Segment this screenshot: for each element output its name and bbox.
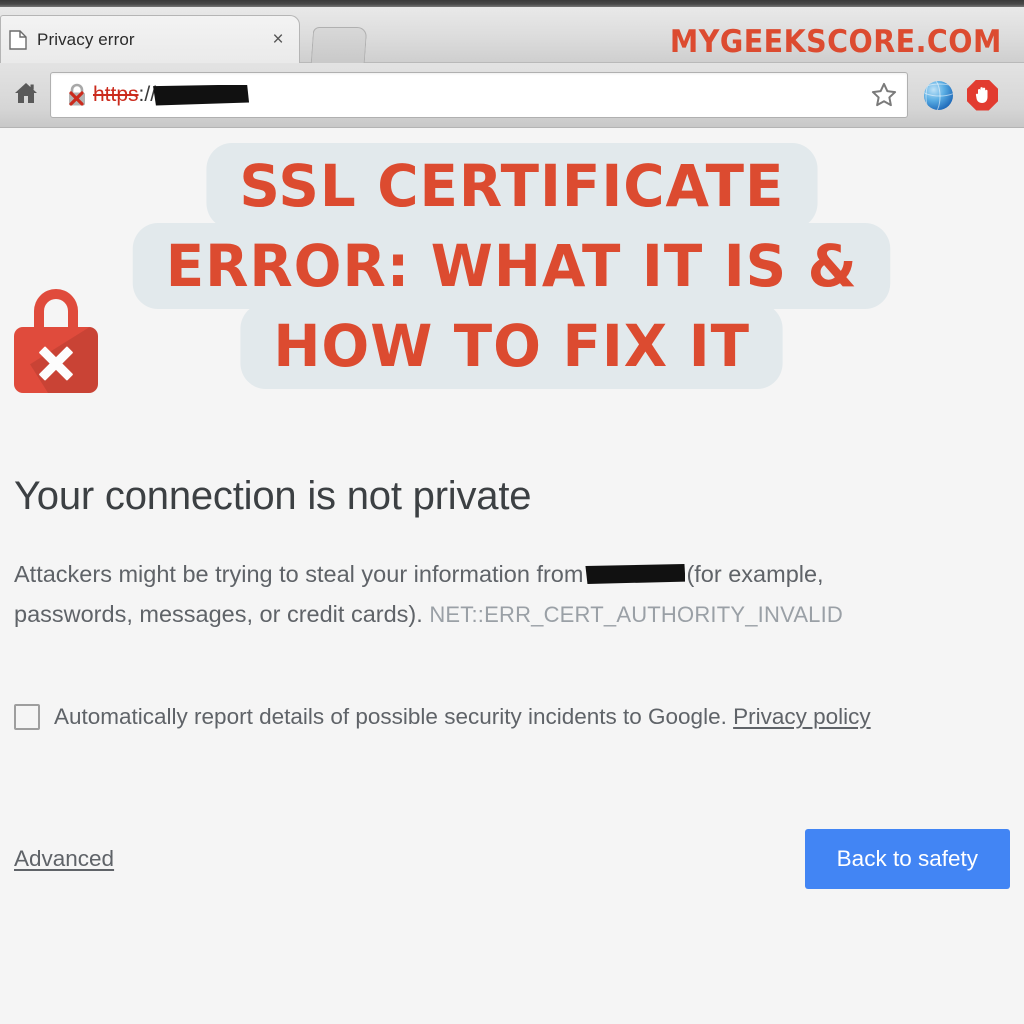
close-icon[interactable]: ×	[267, 29, 289, 51]
report-checkbox-label: Automatically report details of possible…	[54, 704, 871, 730]
browser-toolbar: https://	[0, 63, 1024, 128]
address-bar[interactable]: https://	[50, 72, 908, 118]
back-to-safety-button[interactable]: Back to safety	[804, 829, 1010, 889]
overlay-title-line-2: ERROR: WHAT IT IS &	[133, 223, 891, 309]
padlock-x-mark	[36, 343, 76, 383]
browser-window: Privacy error × MYGEEKSCORE.COM https:/…	[0, 0, 1024, 1024]
overlay-title-line-3: HOW TO FIX IT	[240, 303, 784, 389]
interstitial-page: SSL CERTIFICATE ERROR: WHAT IT IS & HOW …	[0, 129, 1024, 1024]
redacted-host	[153, 84, 250, 106]
error-description: Attackers might be trying to steal your …	[14, 554, 914, 635]
page-title: Your connection is not private	[14, 474, 532, 518]
overlay-title-line-1: SSL CERTIFICATE	[206, 143, 818, 229]
site-watermark: MYGEEKSCORE.COM	[670, 24, 1002, 60]
home-icon	[13, 81, 39, 110]
broken-lock-icon	[65, 82, 89, 108]
adblock-stop-hand-icon[interactable]	[967, 79, 998, 111]
article-title-overlay: SSL CERTIFICATE ERROR: WHAT IT IS & HOW …	[0, 143, 1024, 389]
report-label-text: Automatically report details of possible…	[54, 704, 727, 729]
star-icon[interactable]	[867, 78, 901, 112]
home-button[interactable]	[2, 71, 50, 119]
window-titlebar	[0, 0, 1024, 7]
tab-title: Privacy error	[37, 29, 135, 49]
browser-tab-privacy-error[interactable]: Privacy error ×	[0, 15, 300, 63]
report-incident-row: Automatically report details of possible…	[14, 704, 871, 730]
error-code: NET::ERR_CERT_AUTHORITY_INVALID	[429, 602, 844, 628]
description-part-1: Attackers might be trying to steal your …	[14, 561, 584, 587]
page-icon	[9, 29, 27, 50]
privacy-policy-link[interactable]: Privacy policy	[733, 704, 871, 729]
redacted-hostname	[585, 564, 686, 584]
globe-extension-icon[interactable]	[924, 80, 953, 110]
tab-strip: Privacy error × MYGEEKSCORE.COM	[0, 7, 1024, 63]
extension-icons	[924, 79, 998, 111]
advanced-link[interactable]: Advanced	[14, 846, 114, 872]
url-scheme: https	[93, 83, 139, 106]
interstitial-actions: Advanced Back to safety	[14, 829, 1010, 889]
red-padlock-error-icon	[14, 289, 98, 393]
report-checkbox[interactable]	[14, 704, 40, 730]
url-text[interactable]: https://	[93, 83, 867, 107]
new-tab-button[interactable]	[310, 27, 368, 63]
